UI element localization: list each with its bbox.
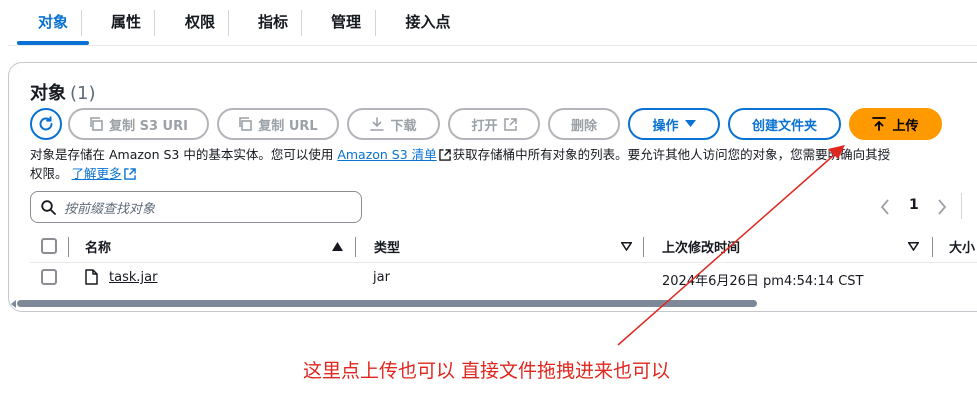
annotation-arrow [617, 145, 845, 346]
annotation-text: 这里点上传也可以 直接文件拖拽进来也可以 [303, 360, 671, 382]
